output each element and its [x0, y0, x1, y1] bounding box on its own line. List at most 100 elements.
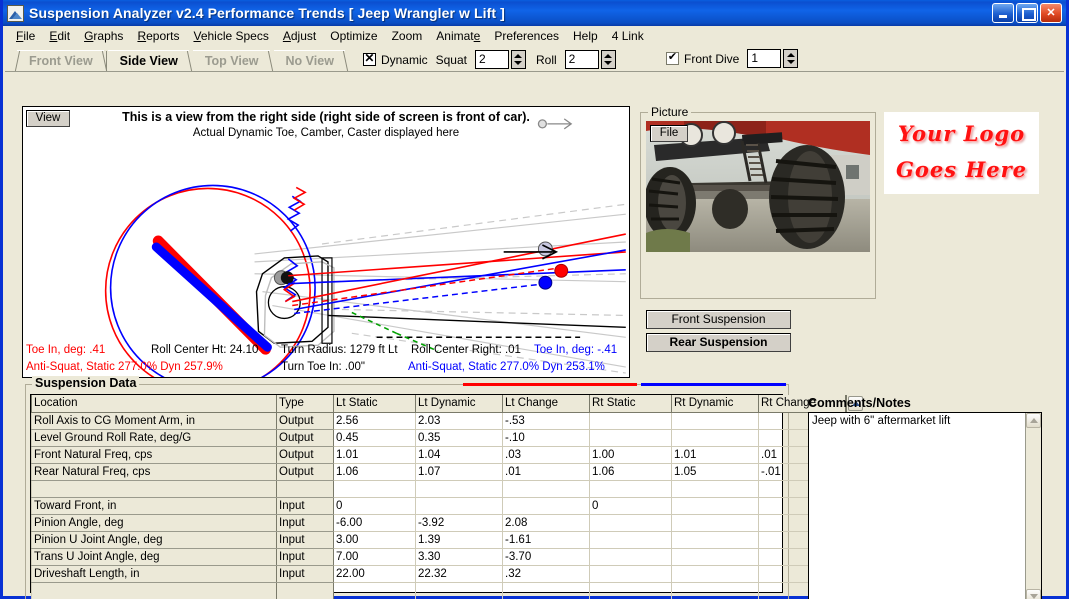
cell-type[interactable]: Output — [276, 445, 334, 464]
menu-adjust[interactable]: Adjust — [276, 28, 323, 44]
cell-lt-static[interactable] — [333, 479, 416, 498]
cell-location[interactable]: Pinion U Joint Angle, deg — [31, 530, 277, 549]
cell-rt-static[interactable] — [589, 411, 672, 430]
menu-edit[interactable]: Edit — [42, 28, 77, 44]
front-dive-input[interactable]: 1 — [747, 49, 782, 68]
cell-type[interactable]: Input — [276, 564, 334, 583]
cell-location[interactable]: Driveshaft Length, in — [31, 564, 277, 583]
cell-location[interactable] — [31, 581, 277, 599]
cell-lt-dynamic[interactable]: 3.30 — [415, 547, 503, 566]
table-row[interactable]: Front Natural Freq, cps Output 1.01 1.04.03… — [31, 445, 846, 464]
front-dive-stepper[interactable] — [783, 49, 799, 68]
cell-lt-dynamic[interactable] — [415, 496, 503, 515]
col-type[interactable]: Type — [276, 395, 334, 413]
cell-rt-dynamic[interactable] — [671, 513, 759, 532]
cell-lt-dynamic[interactable]: 22.32 — [415, 564, 503, 583]
cell-rt-dynamic[interactable] — [671, 496, 759, 515]
cell-rt-static[interactable] — [589, 564, 672, 583]
close-button[interactable]: ✕ — [1040, 3, 1062, 23]
cell-lt-dynamic[interactable] — [415, 479, 503, 498]
cell-rt-static[interactable] — [589, 513, 672, 532]
cell-lt-static[interactable]: 3.00 — [333, 530, 416, 549]
cell-location[interactable]: Level Ground Roll Rate, deg/G — [31, 428, 277, 447]
menu-zoom[interactable]: Zoom — [385, 28, 430, 44]
maximize-button[interactable] — [1016, 3, 1038, 23]
cell-lt-static[interactable]: 0.45 — [333, 428, 416, 447]
cell-rt-dynamic[interactable]: 1.05 — [671, 462, 759, 481]
col-lt-change[interactable]: Lt Change — [502, 395, 590, 413]
rear-suspension-button[interactable]: Rear Suspension — [646, 333, 791, 352]
cell-type[interactable] — [276, 479, 334, 498]
cell-rt-static[interactable] — [589, 428, 672, 447]
table-row[interactable]: Roll Axis to CG Moment Arm, in Output 2.56… — [31, 411, 846, 430]
comments-box[interactable]: Jeep with 6" aftermarket lift — [808, 412, 1042, 599]
cell-lt-static[interactable]: 1.01 — [333, 445, 416, 464]
cell-location[interactable]: Trans U Joint Angle, deg — [31, 547, 277, 566]
cell-lt-dynamic[interactable]: 1.07 — [415, 462, 503, 481]
menu-reports[interactable]: Reports — [130, 28, 186, 44]
comments-text[interactable]: Jeep with 6" aftermarket lift — [809, 413, 1025, 599]
col-location[interactable]: Location — [31, 395, 277, 413]
table-row[interactable]: Driveshaft Length, in Input 22.00 22.32.32 — [31, 564, 846, 583]
cell-lt-dynamic[interactable]: 1.39 — [415, 530, 503, 549]
roll-input[interactable]: 2 — [564, 50, 599, 69]
cell-type[interactable]: Input — [276, 547, 334, 566]
cell-location[interactable]: Front Natural Freq, cps — [31, 445, 277, 464]
cell-type[interactable]: Input — [276, 530, 334, 549]
cell-lt-change[interactable]: 2.08 — [502, 513, 590, 532]
comments-scrollbar[interactable] — [1025, 413, 1041, 599]
tab-no-view[interactable]: No View — [273, 50, 345, 71]
cell-lt-change[interactable]: -.10 — [502, 428, 590, 447]
col-lt-dynamic[interactable]: Lt Dynamic — [415, 395, 503, 413]
cell-type[interactable] — [276, 581, 334, 599]
squat-stepper[interactable] — [510, 50, 526, 69]
menu-graphs[interactable]: Graphs — [77, 28, 130, 44]
cell-lt-change[interactable]: -3.70 — [502, 547, 590, 566]
cell-rt-dynamic[interactable] — [671, 479, 759, 498]
minimize-button[interactable] — [992, 3, 1014, 23]
suspension-data-grid[interactable]: Location Type Lt Static Lt Dynamic Lt Ch… — [30, 394, 863, 599]
cell-type[interactable]: Output — [276, 462, 334, 481]
cell-lt-static[interactable]: 22.00 — [333, 564, 416, 583]
tab-top-view[interactable]: Top View — [192, 50, 270, 71]
col-rt-dynamic[interactable]: Rt Dynamic — [671, 395, 759, 413]
cell-rt-dynamic[interactable]: 1.01 — [671, 445, 759, 464]
cell-lt-change[interactable] — [502, 479, 590, 498]
cell-location[interactable]: Rear Natural Freq, cps — [31, 462, 277, 481]
cell-type[interactable]: Input — [276, 513, 334, 532]
cell-lt-change[interactable]: .32 — [502, 564, 590, 583]
col-lt-static[interactable]: Lt Static — [333, 395, 416, 413]
cell-rt-dynamic[interactable] — [671, 530, 759, 549]
cell-rt-static[interactable] — [589, 530, 672, 549]
table-row[interactable]: Toward Front, in Input 0 0 — [31, 496, 846, 515]
suspension-drawing-panel[interactable]: View This is a view from the right side … — [22, 106, 630, 378]
cell-lt-static[interactable]: 7.00 — [333, 547, 416, 566]
cell-type[interactable]: Output — [276, 428, 334, 447]
menu-vehicle-specs[interactable]: Vehicle Specs — [186, 28, 275, 44]
cell-lt-dynamic[interactable]: 0.35 — [415, 428, 503, 447]
cell-rt-static[interactable]: 1.06 — [589, 462, 672, 481]
cell-lt-change[interactable]: .01 — [502, 462, 590, 481]
cell-lt-change[interactable] — [502, 581, 590, 599]
tab-front-view[interactable]: Front View — [17, 50, 104, 71]
table-row[interactable]: Pinion Angle, deg Input -6.00 -3.92 2.08 — [31, 513, 846, 532]
cell-rt-static[interactable]: 1.00 — [589, 445, 672, 464]
cell-rt-dynamic[interactable] — [671, 411, 759, 430]
menu-preferences[interactable]: Preferences — [487, 28, 566, 44]
menu-help[interactable]: Help — [566, 28, 605, 44]
cell-lt-static[interactable] — [333, 581, 416, 599]
roll-stepper[interactable] — [600, 50, 616, 69]
cell-lt-static[interactable]: 1.06 — [333, 462, 416, 481]
comments-scroll-down-icon[interactable] — [1026, 589, 1041, 599]
cell-rt-static[interactable] — [589, 547, 672, 566]
cell-lt-dynamic[interactable]: -3.92 — [415, 513, 503, 532]
front-suspension-button[interactable]: Front Suspension — [646, 310, 791, 329]
menu-4-link[interactable]: 4 Link — [605, 28, 651, 44]
cell-type[interactable]: Input — [276, 496, 334, 515]
comments-scroll-up-icon[interactable] — [1026, 413, 1041, 428]
cell-lt-change[interactable]: -.53 — [502, 411, 590, 430]
table-row[interactable] — [31, 479, 846, 498]
table-row[interactable]: Rear Natural Freq, cps Output 1.06 1.07.01 1… — [31, 462, 846, 481]
squat-input[interactable]: 2 — [474, 50, 509, 69]
tab-side-view[interactable]: Side View — [105, 50, 189, 71]
